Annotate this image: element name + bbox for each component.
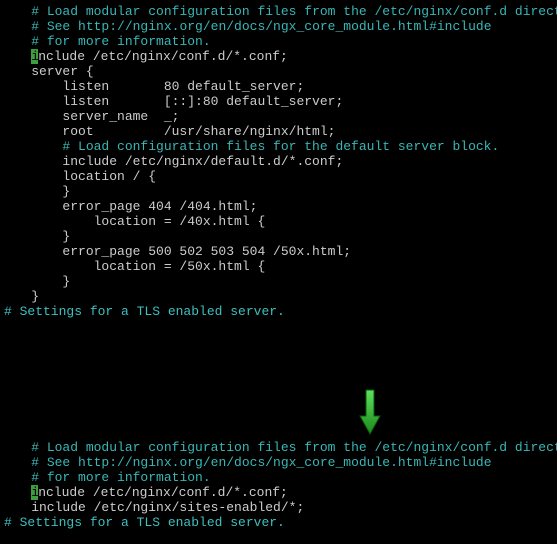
root-line: root /usr/share/nginx/html; [0,124,557,139]
down-arrow-icon [358,388,382,436]
close-brace: } [0,229,557,244]
errorpage-line: error_page 404 /404.html; [0,199,557,214]
tls-section-comment: # Settings for a TLS enabled server. [0,304,557,319]
location-line: location = /50x.html { [0,259,557,274]
listen-line: listen [::]:80 default_server; [0,94,557,109]
servername-line: server_name _; [0,109,557,124]
include-sites-line: include /etc/nginx/sites-enabled/*; [0,500,557,515]
errorpage-line: error_page 500 502 503 504 /50x.html; [0,244,557,259]
listen-line: listen 80 default_server; [0,79,557,94]
tls-section-comment: # Settings for a TLS enabled server. [0,515,557,530]
config-after: # Load modular configuration files from … [0,436,557,534]
comment-line: # for more information. [0,470,557,485]
comment-line: # See http://nginx.org/en/docs/ngx_core_… [0,19,557,34]
include-line: include /etc/nginx/conf.d/*.conf; [0,485,557,500]
server-open: server { [0,64,557,79]
close-brace: } [0,274,557,289]
comment-line: # Load modular configuration files from … [0,4,557,19]
comment-line: # See http://nginx.org/en/docs/ngx_core_… [0,455,557,470]
comment-line: # Load modular configuration files from … [0,440,557,455]
close-brace: } [0,289,557,304]
close-brace: } [0,184,557,199]
include-line: include /etc/nginx/conf.d/*.conf; [0,49,557,64]
comment-line: # Load configuration files for the defau… [0,139,557,154]
location-line: location / { [0,169,557,184]
comment-line: # for more information. [0,34,557,49]
config-before: # Load modular configuration files from … [0,0,557,420]
include-line: include /etc/nginx/default.d/*.conf; [0,154,557,169]
location-line: location = /40x.html { [0,214,557,229]
